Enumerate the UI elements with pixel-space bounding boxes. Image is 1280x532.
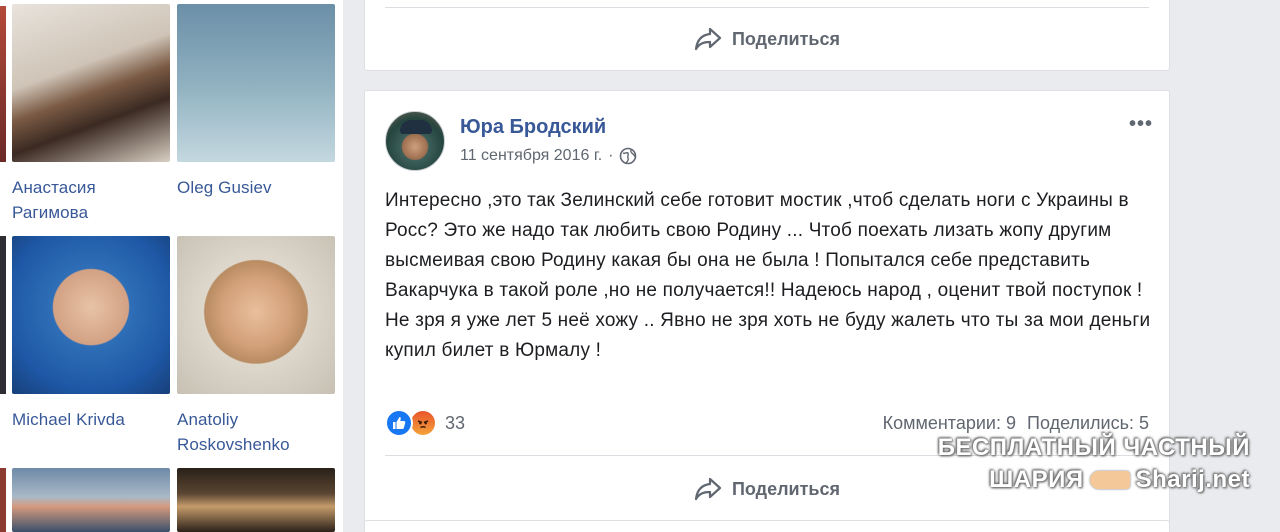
watermark-line1: БЕСПЛАТНЫЙ ЧАСТНЫЙ — [937, 434, 1250, 461]
share-button[interactable]: Поделиться — [385, 19, 1149, 59]
friend-photo-edge — [0, 468, 6, 532]
meta-separator: · — [608, 147, 614, 164]
friend-card[interactable] — [12, 468, 172, 532]
post-date[interactable]: 11 сентября 2016 г. — [460, 147, 602, 165]
friend-photo[interactable] — [177, 236, 335, 394]
friend-name[interactable]: Michael Krivda — [12, 407, 172, 432]
share-label: Поделиться — [731, 478, 841, 499]
friend-card[interactable]: Michael Krivda — [12, 236, 172, 432]
share-icon — [694, 477, 722, 501]
share-icon — [694, 27, 722, 51]
post-meta: 11 сентября 2016 г. · — [460, 147, 637, 165]
watermark-line2: ШАРИЯ Sharij.net — [938, 464, 1250, 496]
next-post-card — [364, 520, 1170, 532]
friend-photo[interactable] — [177, 4, 335, 162]
friends-panel: Анастасия Рагимова Oleg Gusiev Michael K… — [0, 0, 343, 532]
friend-photo-edge — [0, 6, 6, 162]
previous-post-card: Поделиться — [364, 0, 1170, 71]
watermark: БЕСПЛАТНЫЙ ЧАСТНЫЙ ШАРИЯ Sharij.net — [938, 432, 1250, 496]
divider — [385, 7, 1149, 8]
friend-photo[interactable] — [177, 468, 335, 532]
globe-icon[interactable] — [619, 147, 637, 165]
watermark-brand: ШАРИЯ — [989, 466, 1084, 493]
friend-card[interactable]: Oleg Gusiev — [177, 4, 337, 200]
share-label: Поделиться — [731, 28, 841, 49]
watermark-site: Sharij.net — [1135, 466, 1250, 493]
reaction-count: 33 — [445, 412, 466, 433]
friend-name[interactable]: Анастасия Рагимова — [12, 175, 172, 225]
reactions-summary[interactable]: 33 — [385, 409, 465, 437]
comments-count[interactable]: Комментарии: 9 — [883, 413, 1016, 433]
shares-count[interactable]: Поделились: 5 — [1027, 413, 1149, 433]
post-text: Интересно ,это так Зелинский себе готови… — [385, 190, 1151, 361]
friend-photo[interactable] — [12, 468, 170, 532]
post-stats: Комментарии: 9 Поделились: 5 — [877, 413, 1149, 434]
friend-card[interactable]: Anatoliy Roskovshenko — [177, 236, 337, 457]
like-reaction-icon — [385, 409, 413, 437]
friend-name[interactable]: Oleg Gusiev — [177, 175, 337, 200]
friend-photo-edge — [0, 236, 6, 394]
pointing-hand-icon — [1089, 471, 1130, 489]
author-name[interactable]: Юра Бродский — [460, 116, 606, 139]
angry-reaction-icon — [409, 409, 437, 437]
friend-name[interactable]: Anatoliy Roskovshenko — [177, 407, 337, 457]
friend-card[interactable] — [177, 468, 337, 532]
friend-photo[interactable] — [12, 4, 170, 162]
more-options-button[interactable]: ••• — [1129, 113, 1153, 136]
author-avatar[interactable] — [385, 111, 445, 171]
friend-photo[interactable] — [12, 236, 170, 394]
friend-card[interactable]: Анастасия Рагимова — [12, 4, 172, 225]
